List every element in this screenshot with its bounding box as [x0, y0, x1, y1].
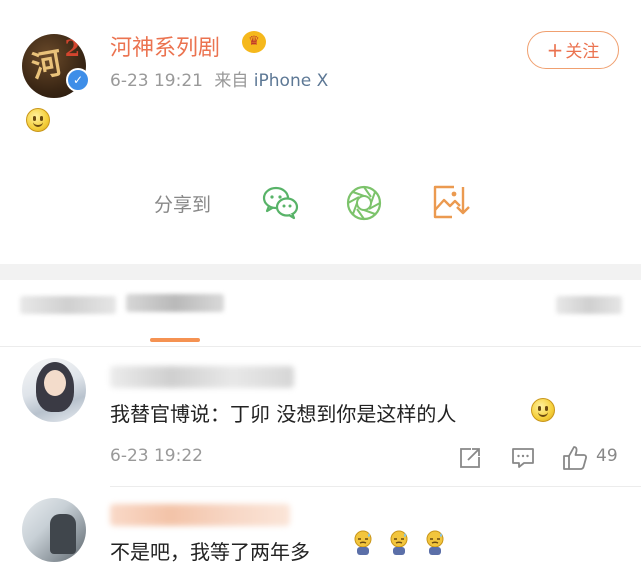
- tab-likes[interactable]: [556, 296, 622, 314]
- repost-icon[interactable]: [458, 446, 482, 470]
- reply-icon[interactable]: [511, 446, 535, 470]
- vip-crown-icon[interactable]: ♛: [242, 31, 266, 53]
- save-image-icon[interactable]: [430, 182, 470, 222]
- comment-text: 我替官博说：丁卯 没想到你是这样的人: [110, 402, 457, 426]
- follow-label: 关注: [565, 42, 600, 62]
- like-count: 49: [596, 446, 618, 466]
- post-meta: 6-23 19:21 来自 iPhone X: [110, 66, 328, 91]
- comment-time: 6-23 19:22: [110, 446, 203, 466]
- tabs-divider: [0, 346, 641, 347]
- moments-icon[interactable]: [344, 183, 384, 223]
- author-name[interactable]: 河神系列剧: [110, 30, 220, 62]
- smile-emoji: [26, 108, 50, 132]
- share-label: 分享到: [154, 194, 212, 216]
- smile-emoji: [531, 398, 555, 422]
- post-source-device[interactable]: iPhone X: [254, 71, 328, 91]
- commenter-name[interactable]: [110, 504, 290, 526]
- tab-reposts[interactable]: [20, 296, 116, 314]
- follow-button[interactable]: + 关注: [527, 31, 619, 69]
- avatar-number: 2: [64, 36, 80, 62]
- plus-icon: +: [546, 38, 564, 62]
- sad-sweat-emoji: [352, 530, 374, 555]
- comment-divider: [110, 486, 641, 487]
- tab-active-indicator: [150, 338, 200, 342]
- commenter-avatar[interactable]: [22, 358, 86, 422]
- avatar-glyph: 河: [29, 45, 65, 86]
- avatar-face: [44, 370, 66, 396]
- sad-sweat-emoji: [388, 530, 410, 555]
- tab-comments[interactable]: [126, 294, 224, 312]
- comment-text: 不是吧，我等了两年多: [110, 540, 310, 564]
- like-thumb-icon[interactable]: [562, 445, 588, 471]
- commenter-avatar[interactable]: [22, 498, 86, 562]
- wechat-icon[interactable]: [260, 182, 300, 222]
- sad-sweat-emoji: [424, 530, 446, 555]
- post-timestamp: 6-23 19:21: [110, 71, 203, 91]
- verified-icon: ✓: [66, 68, 90, 92]
- commenter-name[interactable]: [110, 366, 294, 388]
- avatar-figure: [50, 514, 76, 554]
- post-source-prefix: 来自: [214, 71, 249, 91]
- section-separator: [0, 264, 641, 280]
